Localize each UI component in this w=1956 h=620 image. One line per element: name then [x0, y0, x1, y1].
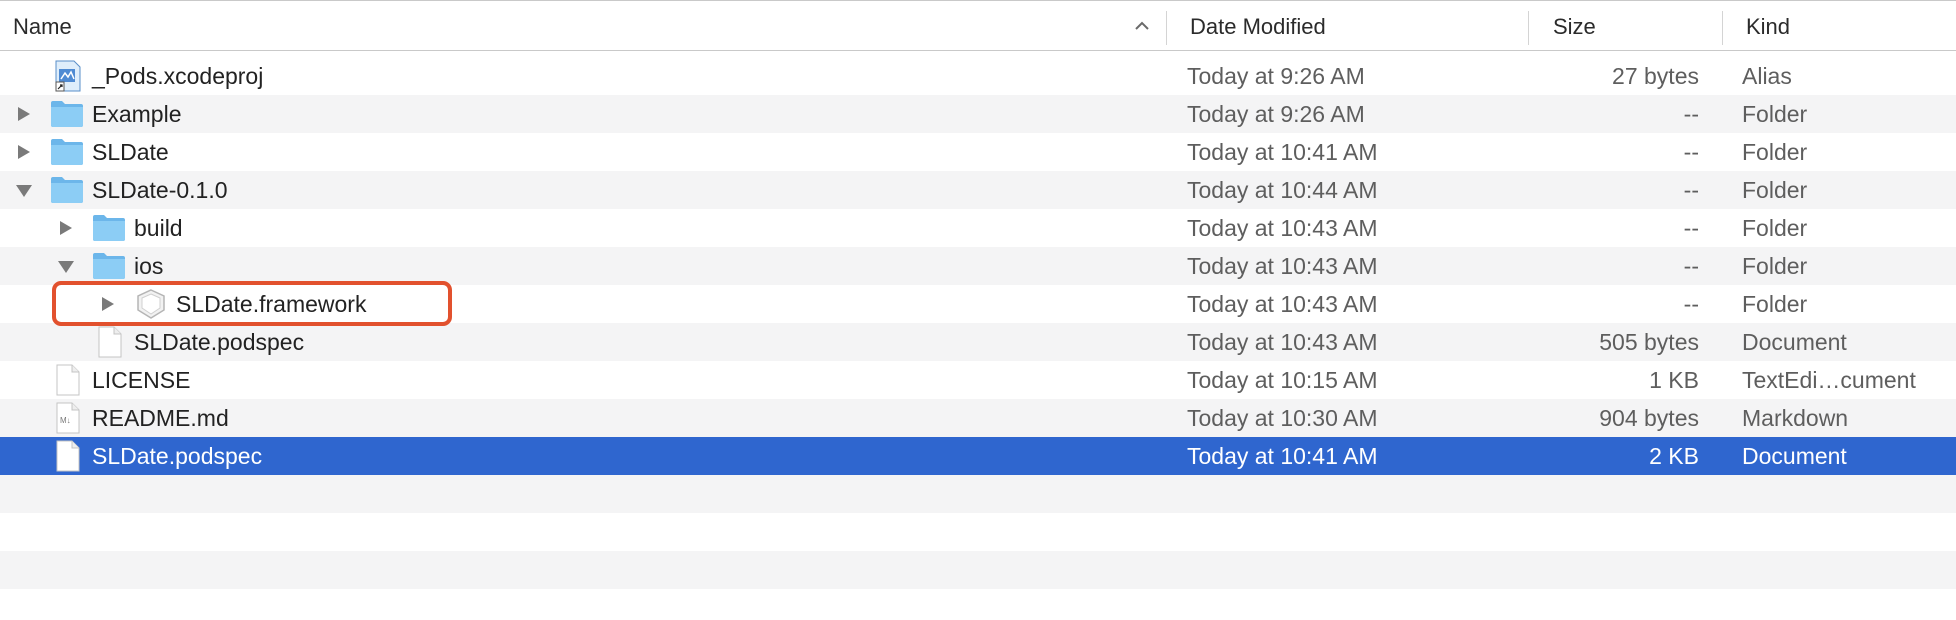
column-divider[interactable]: [1166, 11, 1167, 45]
date-modified: Today at 10:41 AM: [1187, 443, 1378, 469]
document-icon: [50, 440, 84, 472]
empty-row: [0, 551, 1956, 589]
file-name[interactable]: README.md: [92, 399, 229, 437]
file-row[interactable]: SLDate-0.1.0 Today at 10:44 AM -- Folder: [0, 171, 1956, 209]
file-size: --: [1683, 101, 1699, 127]
disclosure-expanded-icon[interactable]: [12, 171, 36, 209]
svg-text:M↓: M↓: [60, 416, 71, 425]
file-name[interactable]: SLDate.podspec: [134, 323, 304, 361]
file-row[interactable]: SLDate.podspec Today at 10:41 AM 2 KB Docum…: [0, 437, 1956, 475]
date-modified: Today at 10:15 AM: [1187, 367, 1378, 393]
document-icon: [50, 364, 84, 396]
file-row[interactable]: Example Today at 9:26 AM -- Folder: [0, 95, 1956, 133]
markdown-icon: M↓: [50, 402, 84, 434]
file-name[interactable]: LICENSE: [92, 361, 190, 399]
file-row[interactable]: SLDate Today at 10:41 AM -- Folder: [0, 133, 1956, 171]
document-icon: [92, 326, 126, 358]
sort-ascending-icon[interactable]: [1131, 15, 1153, 37]
column-header-date-label: Date Modified: [1190, 14, 1326, 39]
disclosure-collapsed-icon[interactable]: [54, 209, 78, 247]
folder-icon: [92, 250, 126, 282]
file-kind: TextEdi…cument: [1742, 367, 1916, 393]
date-modified: Today at 10:44 AM: [1187, 177, 1378, 203]
file-row[interactable]: SLDate.podspec Today at 10:43 AM 505 bytes…: [0, 323, 1956, 361]
file-size: 1 KB: [1649, 367, 1699, 393]
file-size: --: [1683, 177, 1699, 203]
column-header-date[interactable]: Date Modified: [1190, 1, 1520, 50]
folder-icon: [50, 174, 84, 206]
file-row[interactable]: ios Today at 10:43 AM -- Folder: [0, 247, 1956, 285]
file-kind: Folder: [1742, 291, 1808, 317]
finder-list-view: Name Date Modified Size Kind _Pods.xcode…: [0, 0, 1956, 620]
file-kind: Folder: [1742, 139, 1808, 165]
file-kind: Folder: [1742, 253, 1808, 279]
file-row[interactable]: LICENSE Today at 10:15 AM 1 KB TextEdi…cume…: [0, 361, 1956, 399]
column-header-size[interactable]: Size: [1553, 1, 1713, 50]
file-name[interactable]: _Pods.xcodeproj: [92, 57, 263, 95]
file-size: 505 bytes: [1599, 329, 1699, 355]
file-size: --: [1683, 253, 1699, 279]
file-kind: Markdown: [1742, 405, 1849, 431]
date-modified: Today at 10:43 AM: [1187, 253, 1378, 279]
disclosure-collapsed-icon[interactable]: [12, 95, 36, 133]
file-size: 2 KB: [1649, 443, 1699, 469]
file-kind: Folder: [1742, 215, 1808, 241]
annotation-highlight-box: [52, 281, 452, 326]
date-modified: Today at 10:43 AM: [1187, 329, 1378, 355]
file-name[interactable]: SLDate.podspec: [92, 437, 262, 475]
file-name[interactable]: SLDate: [92, 133, 169, 171]
column-header-size-label: Size: [1553, 14, 1596, 39]
xcodeproj-alias-icon: [50, 60, 84, 92]
file-size: --: [1683, 215, 1699, 241]
file-row[interactable]: build Today at 10:43 AM -- Folder: [0, 209, 1956, 247]
column-header-bar: Name Date Modified Size Kind: [0, 0, 1956, 51]
disclosure-collapsed-icon[interactable]: [12, 133, 36, 171]
column-divider[interactable]: [1528, 11, 1529, 45]
date-modified: Today at 10:30 AM: [1187, 405, 1378, 431]
file-kind: Alias: [1742, 63, 1792, 89]
date-modified: Today at 10:43 AM: [1187, 215, 1378, 241]
folder-icon: [50, 98, 84, 130]
empty-row: [0, 475, 1956, 513]
file-size: --: [1683, 291, 1699, 317]
column-header-kind-label: Kind: [1746, 14, 1791, 39]
column-header-kind[interactable]: Kind: [1746, 1, 1946, 50]
file-size: 904 bytes: [1599, 405, 1699, 431]
file-row[interactable]: M↓ README.md Today at 10:30 AM 904 bytes Mar…: [0, 399, 1956, 437]
file-kind: Document: [1742, 443, 1847, 469]
empty-row: [0, 589, 1956, 620]
empty-row: [0, 513, 1956, 551]
column-header-name[interactable]: Name: [13, 1, 1163, 50]
date-modified: Today at 9:26 AM: [1187, 101, 1365, 127]
file-name[interactable]: Example: [92, 95, 181, 133]
date-modified: Today at 10:41 AM: [1187, 139, 1378, 165]
folder-icon: [92, 212, 126, 244]
column-header-name-label: Name: [13, 14, 72, 39]
file-size: --: [1683, 139, 1699, 165]
folder-icon: [50, 136, 84, 168]
column-divider[interactable]: [1722, 11, 1723, 45]
disclosure-expanded-icon[interactable]: [54, 247, 78, 285]
file-kind: Document: [1742, 329, 1847, 355]
date-modified: Today at 9:26 AM: [1187, 63, 1365, 89]
file-row[interactable]: _Pods.xcodeproj Today at 9:26 AM 27 bytes A…: [0, 57, 1956, 95]
file-kind: Folder: [1742, 101, 1808, 127]
file-kind: Folder: [1742, 177, 1808, 203]
file-name[interactable]: SLDate-0.1.0: [92, 171, 228, 209]
file-list: _Pods.xcodeproj Today at 9:26 AM 27 bytes A…: [0, 57, 1956, 620]
file-name[interactable]: ios: [134, 247, 163, 285]
file-name[interactable]: build: [134, 209, 183, 247]
file-size: 27 bytes: [1612, 63, 1699, 89]
date-modified: Today at 10:43 AM: [1187, 291, 1378, 317]
